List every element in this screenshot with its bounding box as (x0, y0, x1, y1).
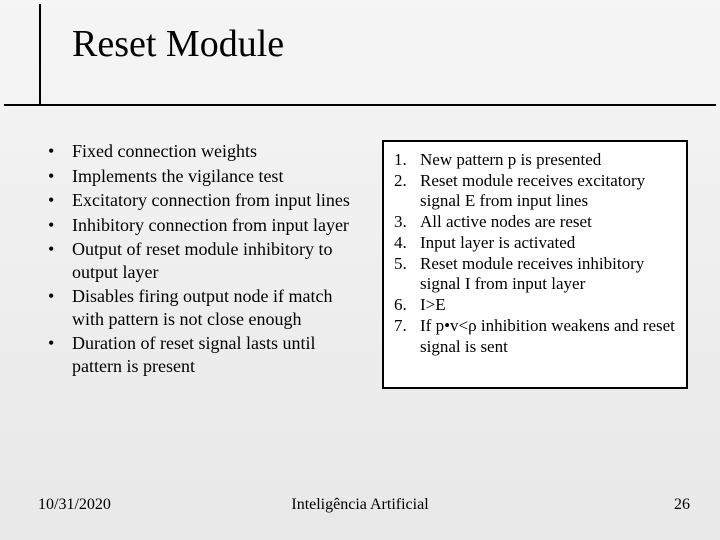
title-horizontal-rule (4, 104, 716, 106)
list-item-text: Duration of reset signal lasts until pat… (72, 332, 368, 377)
list-number: 5. (394, 254, 412, 295)
list-item-text: Implements the vigilance test (72, 165, 283, 188)
content-area: • Fixed connection weights • Implements th… (48, 140, 688, 389)
list-item: • Duration of reset signal lasts until pa… (48, 332, 368, 377)
bullet-icon: • (48, 238, 58, 283)
footer-center: Inteligência Artificial (0, 496, 720, 514)
list-item-text: Reset module receives inhibitory signal … (420, 254, 676, 295)
slide: Reset Module • Fixed connection weights •… (0, 0, 720, 540)
list-number: 1. (394, 150, 412, 171)
bullet-icon: • (48, 165, 58, 188)
list-item: 2.Reset module receives excitatory signa… (394, 171, 676, 212)
list-item: • Implements the vigilance test (48, 165, 368, 188)
list-item: 1. New pattern p is presented (394, 150, 676, 171)
title-vertical-rule (39, 4, 41, 104)
list-item-text: Fixed connection weights (72, 140, 257, 163)
list-number: 2. (394, 171, 412, 212)
right-box: 1.New pattern p is presented 2.Reset mod… (382, 140, 688, 389)
bullet-icon: • (48, 189, 58, 212)
list-item: 7.If p•v<ρ inhibition weakens and reset … (394, 316, 676, 357)
list-item-text: Excitatory connection from input lines (72, 189, 350, 212)
list-number: 3. (394, 212, 412, 233)
list-number: 7. (394, 316, 412, 357)
bullet-icon: • (48, 332, 58, 377)
list-item: • Disables firing output node if match wi… (48, 285, 368, 330)
numbered-list: 1.New pattern p is presented 2.Reset mod… (394, 150, 676, 357)
left-column: • Fixed connection weights • Implements th… (48, 140, 368, 379)
list-item-text: Disables firing output node if match wit… (72, 285, 368, 330)
list-item-text: Output of reset module inhibitory to out… (72, 238, 368, 283)
list-item: • Output of reset module inhibitory to ou… (48, 238, 368, 283)
list-item-text: Reset module receives excitatory signal … (420, 171, 676, 212)
list-number: 6. (394, 295, 412, 316)
list-item-text: Inhibitory connection from input layer (72, 214, 349, 237)
slide-title: Reset Module (72, 22, 284, 66)
list-item-text: I>E (420, 295, 446, 316)
list-item: 4. Input layer is activated (394, 233, 676, 254)
list-item-text: Input layer is activated (420, 233, 575, 254)
list-number: 4. (394, 233, 412, 254)
list-item-text: All active nodes are reset (420, 212, 592, 233)
bullet-list: • Fixed connection weights • Implements th… (48, 140, 368, 377)
footer-page-number: 26 (674, 496, 690, 514)
list-item: 3. All active nodes are reset (394, 212, 676, 233)
bullet-icon: • (48, 285, 58, 330)
list-item: • Inhibitory connection from input layer (48, 214, 368, 237)
list-item-text: If p•v<ρ inhibition weakens and reset si… (420, 316, 676, 357)
list-item: • Excitatory connection from input lines (48, 189, 368, 212)
list-item: • Fixed connection weights (48, 140, 368, 163)
list-item-text: New pattern p is presented (420, 150, 601, 171)
bullet-icon: • (48, 214, 58, 237)
list-item: 6. I>E (394, 295, 676, 316)
footer: 10/31/2020 Inteligência Artificial 26 (0, 496, 720, 516)
list-item: 5.Reset module receives inhibitory signa… (394, 254, 676, 295)
bullet-icon: • (48, 140, 58, 163)
